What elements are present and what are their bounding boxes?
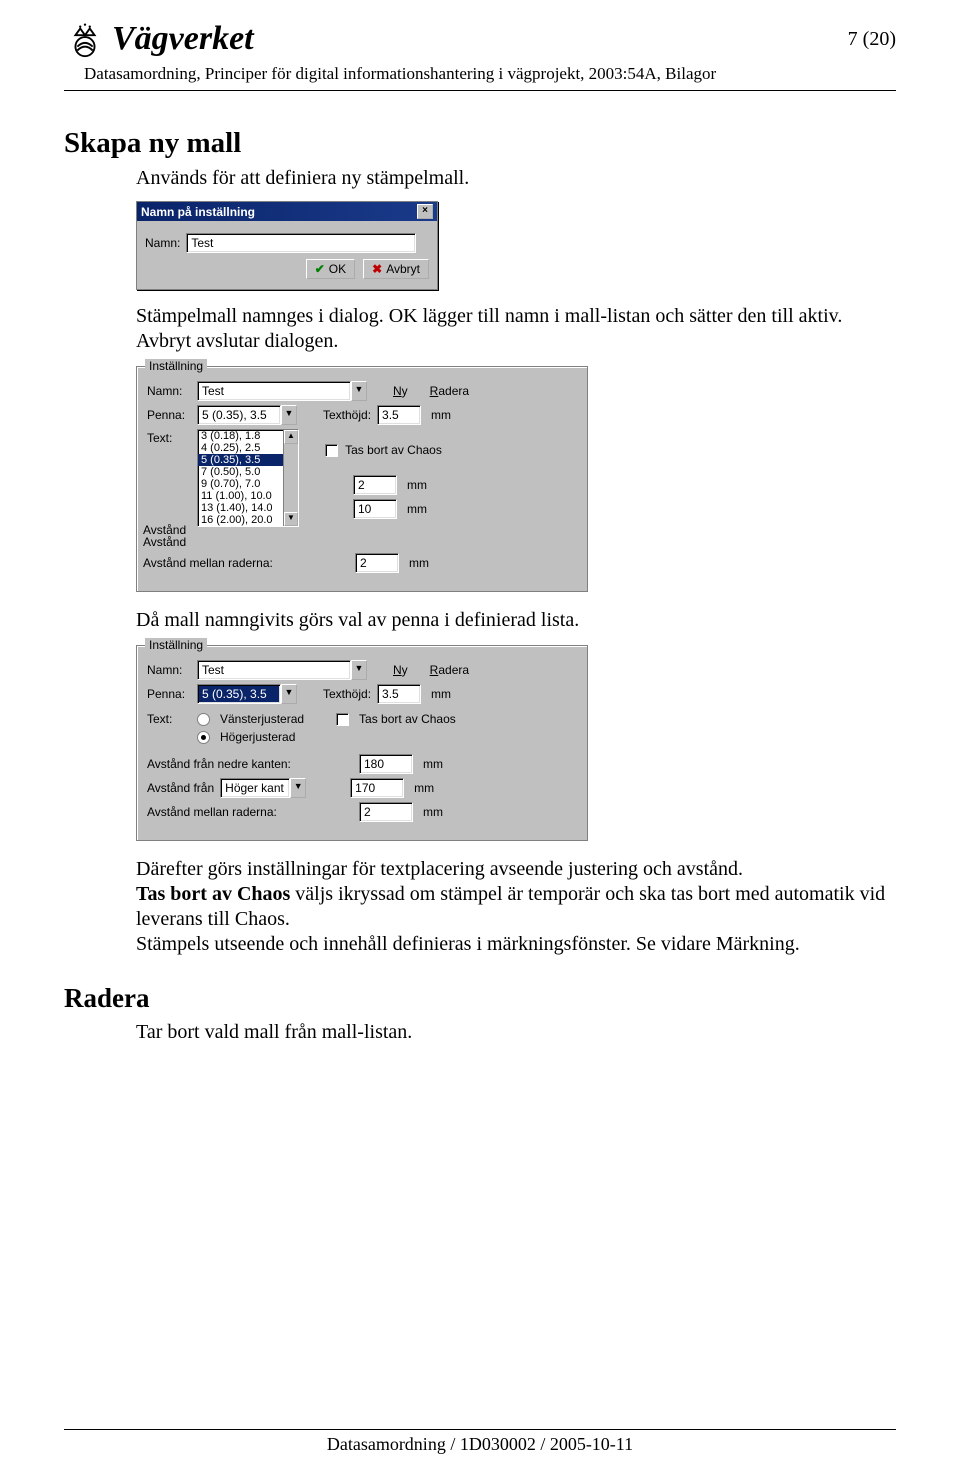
avstand1-label: Avstånd från nedre kanten: (147, 757, 307, 771)
radera-button[interactable]: Radera (430, 663, 469, 677)
chevron-down-icon[interactable]: ▼ (281, 405, 297, 425)
list-item[interactable]: 9 (0.70), 7.0 (198, 478, 283, 490)
list-item[interactable]: 3 (0.18), 1.8 (198, 430, 283, 442)
name-input[interactable]: Test (186, 233, 416, 253)
dialog-titlebar[interactable]: Namn på inställning × (137, 202, 437, 221)
mm-unit: mm (431, 408, 451, 422)
tasbort-checkbox[interactable] (336, 713, 349, 726)
para-radera: Tar bort vald mall från mall-listan. (136, 1020, 896, 1045)
chevron-down-icon[interactable]: ▼ (351, 381, 367, 401)
logo-text: Vägverket (112, 20, 254, 58)
namn-combo[interactable]: Test▼ (197, 660, 367, 680)
para-settings: Därefter görs inställningar för textplac… (136, 857, 896, 882)
avstand2-label: Avstånd från (147, 781, 214, 795)
heading-skapa-ny-mall: Skapa ny mall (64, 127, 896, 160)
list-item[interactable]: 13 (1.40), 14.0 (198, 502, 283, 514)
dialog-namn-pa-installning: Namn på inställning × Namn: Test ✔OK ✖Av… (136, 201, 438, 290)
vanster-label: Vänsterjusterad (220, 712, 304, 726)
page-number: 7 (20) (848, 28, 896, 51)
text-label: Text: (147, 712, 191, 726)
avstand2-combo[interactable]: Höger kant▼ (220, 778, 306, 798)
close-icon[interactable]: × (417, 204, 433, 219)
vanster-radio[interactable] (197, 713, 210, 726)
hoger-radio[interactable] (197, 731, 210, 744)
para-penna: Då mall namngivits görs val av penna i d… (136, 608, 896, 633)
chevron-down-icon[interactable]: ▼ (290, 778, 306, 798)
texthojd-label: Texthöjd: (323, 408, 371, 422)
para-intro: Används för att definiera ny stämpelmall… (136, 166, 896, 191)
tasbort-checkbox[interactable] (325, 444, 338, 457)
namn-label: Namn: (147, 384, 191, 398)
avstand2-label-partial: Avstånd (143, 535, 186, 549)
namn-combo[interactable]: Test▼ (197, 381, 367, 401)
text-label: Text: (147, 429, 191, 445)
texthojd-input[interactable]: 3.5 (377, 405, 421, 425)
para-naming: Stämpelmall namnges i dialog. OK lägger … (136, 304, 896, 354)
group-label: Inställning (145, 638, 207, 652)
avstand3-input[interactable]: 2 (355, 553, 399, 573)
list-item[interactable]: 11 (1.00), 10.0 (198, 490, 283, 502)
para-tasbort: Tas bort av Chaos väljs ikryssad om stäm… (136, 882, 896, 932)
panel-installning-2: Inställning Namn: Test▼ Ny Radera Penna:… (136, 645, 588, 841)
hoger-label: Högerjusterad (220, 730, 295, 744)
scroll-up-icon[interactable]: ▲ (284, 430, 298, 444)
footer-text: Datasamordning / 1D030002 / 2005-10-11 (327, 1434, 633, 1454)
avstand1-input[interactable]: 180 (359, 754, 413, 774)
avstand2-input[interactable]: 10 (353, 499, 397, 519)
namn-label: Namn: (147, 663, 191, 677)
heading-radera: Radera (64, 983, 896, 1014)
tasbort-label: Tas bort av Chaos (345, 443, 442, 457)
penna-label: Penna: (147, 408, 191, 422)
penna-listbox[interactable]: 3 (0.18), 1.8 4 (0.25), 2.5 5 (0.35), 3.… (197, 429, 299, 527)
tasbort-label: Tas bort av Chaos (359, 712, 456, 726)
penna-combo[interactable]: 5 (0.35), 3.5▼ (197, 684, 297, 704)
ny-button[interactable]: Ny (393, 663, 408, 677)
doc-title: Datasamordning, Principer för digital in… (84, 64, 896, 84)
ny-button[interactable]: Ny (393, 384, 408, 398)
name-label: Namn: (145, 236, 180, 250)
avstand3-label: Avstånd mellan raderna: (147, 805, 307, 819)
avstand2-input[interactable]: 170 (350, 778, 404, 798)
logo: Vägverket (64, 18, 254, 60)
penna-combo[interactable]: 5 (0.35), 3.5▼ (197, 405, 297, 425)
texthojd-label: Texthöjd: (323, 687, 371, 701)
avstand1-input[interactable]: 2 (353, 475, 397, 495)
footer: Datasamordning / 1D030002 / 2005-10-11 (0, 1423, 960, 1455)
dialog-title: Namn på inställning (141, 205, 255, 219)
scrollbar[interactable]: ▲ ▼ (283, 430, 298, 526)
group-label: Inställning (145, 359, 207, 373)
chevron-down-icon[interactable]: ▼ (281, 684, 297, 704)
para-markning: Stämpels utseende och innehåll definiera… (136, 932, 896, 957)
vagverket-crown-icon (64, 18, 106, 60)
list-item[interactable]: 16 (2.00), 20.0 (198, 514, 283, 526)
avstand3-input[interactable]: 2 (359, 802, 413, 822)
penna-label: Penna: (147, 687, 191, 701)
radera-button[interactable]: Radera (430, 384, 469, 398)
ok-button[interactable]: ✔OK (306, 259, 355, 279)
cancel-button[interactable]: ✖Avbryt (363, 259, 429, 279)
panel-installning-1: Inställning Namn: Test▼ Ny Radera Penna:… (136, 366, 588, 592)
list-item[interactable]: 7 (0.50), 5.0 (198, 466, 283, 478)
list-item-selected[interactable]: 5 (0.35), 3.5 (198, 454, 283, 466)
header-rule (64, 90, 896, 91)
chevron-down-icon[interactable]: ▼ (351, 660, 367, 680)
list-item[interactable]: 4 (0.25), 2.5 (198, 442, 283, 454)
scroll-down-icon[interactable]: ▼ (284, 512, 298, 526)
texthojd-input[interactable]: 3.5 (377, 684, 421, 704)
avstand3-label: Avstånd mellan raderna: (143, 556, 291, 570)
